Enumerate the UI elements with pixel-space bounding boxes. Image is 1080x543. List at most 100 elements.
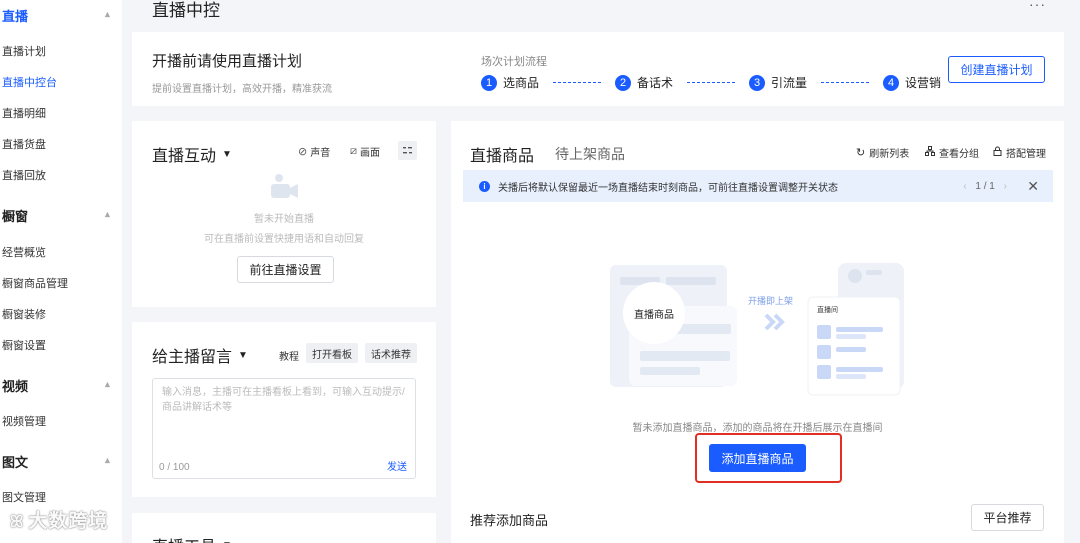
- combo-manage-label: 搭配管理: [1006, 149, 1046, 160]
- combo-manage-button[interactable]: 搭配管理: [993, 145, 1046, 160]
- sidebar-group-label: 直播: [2, 8, 29, 24]
- tutorial-link[interactable]: 教程: [279, 348, 299, 363]
- caret-down-icon[interactable]: ▼: [222, 149, 232, 160]
- sidebar-group-label: 橱窗: [2, 208, 29, 224]
- sidebar-item-live-goods[interactable]: 直播货盘: [0, 130, 122, 161]
- products-title: 直播商品: [470, 148, 535, 165]
- message-title[interactable]: 给主播留言 ▼: [152, 343, 248, 367]
- illustration-arrow-text: 开播即上架: [748, 296, 794, 306]
- sidebar-group-video[interactable]: 视频 ▼: [0, 370, 122, 400]
- screen-label: 画面: [360, 148, 380, 159]
- sidebar-item-overview[interactable]: 经营概览: [0, 238, 122, 269]
- sidebar-item-live-detail[interactable]: 直播明细: [0, 99, 122, 130]
- pager-text: 1 / 1: [975, 180, 995, 192]
- create-live-plan-button[interactable]: 创建直播计划: [948, 56, 1045, 83]
- script-recommend-button[interactable]: 话术推荐: [365, 343, 417, 363]
- chevron-up-icon[interactable]: ▼: [103, 380, 112, 390]
- refresh-label: 刷新列表: [869, 149, 910, 160]
- empty-illustration: 直播商品 开播即上架 直播间: [606, 261, 906, 396]
- watermark-logo-icon: ꕤ: [10, 514, 25, 531]
- sound-label: 声音: [310, 148, 331, 159]
- illustration-badge: 直播商品: [634, 310, 674, 321]
- chevron-right-icon[interactable]: ›: [1004, 181, 1007, 192]
- notice-pager[interactable]: ‹ 1 / 1 ›: [963, 181, 1007, 192]
- notice-bar: i 关播后将默认保留最近一场直播结束时刻商品，可前往直播设置调整开关状态 ‹ 1…: [463, 170, 1053, 202]
- step-label: 选商品: [503, 76, 540, 90]
- hierarchy-icon: [925, 146, 935, 159]
- live-interaction-card: 直播互动 ▼ ⊘ 声音 ⧄ 画面 暂未开始直播 可在直播前设置快捷用语和自动回复…: [132, 121, 436, 307]
- live-tools-card: 直播工具 ▼: [132, 513, 436, 543]
- products-empty-desc: 暂未添加直播商品，添加的商品将在开播后展示在直播间: [632, 423, 883, 434]
- message-input[interactable]: 输入消息，主播可在主播看板上看到，可输入互动提示/商品讲解话术等 0 / 100…: [152, 378, 416, 479]
- plan-title: 开播前请使用直播计划: [152, 53, 303, 70]
- lock-icon: [993, 146, 1002, 159]
- view-groups-label: 查看分组: [939, 149, 979, 160]
- sidebar-item-live-replay[interactable]: 直播回放: [0, 161, 122, 192]
- step-number: 2: [615, 74, 632, 91]
- refresh-icon: ↻: [856, 147, 866, 159]
- notice-text: 关播后将默认保留最近一场直播结束时刻商品，可前往直播设置调整开关状态: [498, 182, 838, 194]
- chevron-left-icon[interactable]: ‹: [963, 181, 966, 192]
- illustration-room-label: 直播间: [817, 307, 838, 314]
- send-button[interactable]: 发送: [387, 458, 407, 473]
- sidebar: 直播 ▼ 直播计划 直播中控台 直播明细 直播货盘 直播回放 橱窗 ▼ 经营概览…: [0, 0, 122, 543]
- sidebar-group-showcase[interactable]: 橱窗 ▼: [0, 200, 122, 230]
- step-connector: [687, 82, 736, 83]
- message-placeholder: 输入消息，主播可在主播看板上看到，可输入互动提示/商品讲解话术等: [162, 387, 405, 413]
- sidebar-group-article[interactable]: 图文 ▼: [0, 446, 122, 476]
- platform-recommend-button[interactable]: 平台推荐: [971, 504, 1044, 531]
- plan-flow-steps: 1 选商品 2 备话术 3 引流量 4 设营销: [481, 74, 941, 91]
- interaction-title[interactable]: 直播互动 ▼: [152, 142, 232, 166]
- sidebar-item-live-plan[interactable]: 直播计划: [0, 37, 122, 68]
- mute-icon: ⊘: [298, 146, 308, 158]
- step-label: 设营销: [905, 76, 942, 90]
- sidebar-group-label: 视频: [2, 378, 29, 394]
- screen-toggle[interactable]: ⧄ 画面: [350, 144, 380, 159]
- goto-live-settings-button[interactable]: 前往直播设置: [237, 256, 334, 283]
- screen-off-icon: ⧄: [350, 145, 357, 157]
- step-connector: [821, 82, 870, 83]
- refresh-list-button[interactable]: ↻ 刷新列表: [856, 145, 909, 160]
- tools-title-label: 直播工具: [152, 533, 216, 543]
- chevron-up-icon[interactable]: ▼: [103, 210, 112, 220]
- add-live-product-button[interactable]: 添加直播商品: [709, 444, 806, 472]
- sound-toggle[interactable]: ⊘ 声音: [298, 144, 330, 159]
- sidebar-item-showcase-settings[interactable]: 橱窗设置: [0, 331, 122, 362]
- flow-step: 3 引流量: [749, 74, 807, 91]
- more-icon[interactable]: ···: [1029, 0, 1046, 12]
- close-icon[interactable]: ✕: [1027, 178, 1039, 195]
- interaction-empty-desc: 可在直播前设置快捷用语和自动回复: [204, 234, 364, 245]
- step-label: 备话术: [637, 76, 674, 90]
- sidebar-item-showcase-decor[interactable]: 橱窗装修: [0, 300, 122, 331]
- live-products-card: 直播商品 待上架商品 ↻ 刷新列表 查看分组 搭配管理 i 关播后将默认保留最近…: [451, 121, 1064, 543]
- tools-title[interactable]: 直播工具 ▼: [152, 533, 232, 543]
- flow-step: 1 选商品: [481, 74, 539, 91]
- open-board-button[interactable]: 打开看板: [306, 343, 358, 363]
- flow-step: 2 备话术: [615, 74, 673, 91]
- watermark: ꕤ 大数跨境: [10, 506, 108, 533]
- settings-icon[interactable]: [398, 141, 417, 160]
- sidebar-group-label: 图文: [2, 454, 29, 470]
- view-groups-button[interactable]: 查看分组: [925, 145, 979, 160]
- tab-pending-products[interactable]: 待上架商品: [555, 144, 625, 164]
- caret-down-icon[interactable]: ▼: [222, 540, 232, 543]
- step-number: 4: [883, 74, 900, 91]
- page-header: 直播中控 ···: [132, 0, 1080, 22]
- info-icon: i: [479, 180, 490, 192]
- message-title-label: 给主播留言: [152, 349, 233, 366]
- sidebar-item-video-manage[interactable]: 视频管理: [0, 407, 122, 438]
- recommend-title: 推荐添加商品: [470, 513, 549, 528]
- sidebar-item-live-console[interactable]: 直播中控台: [0, 68, 122, 99]
- sidebar-item-showcase-goods[interactable]: 橱窗商品管理: [0, 269, 122, 300]
- chevron-up-icon[interactable]: ▼: [103, 456, 112, 466]
- step-label: 引流量: [771, 76, 808, 90]
- step-connector: [553, 82, 602, 83]
- step-number: 3: [749, 74, 766, 91]
- flow-step: 4 设营销: [883, 74, 941, 91]
- flow-label: 场次计划流程: [481, 56, 547, 68]
- caret-down-icon[interactable]: ▼: [238, 350, 248, 361]
- chevron-up-icon[interactable]: ▼: [103, 10, 112, 20]
- sidebar-group-live[interactable]: 直播 ▼: [0, 0, 122, 30]
- tab-live-products[interactable]: 直播商品: [470, 142, 534, 166]
- page-title: 直播中控: [152, 1, 220, 20]
